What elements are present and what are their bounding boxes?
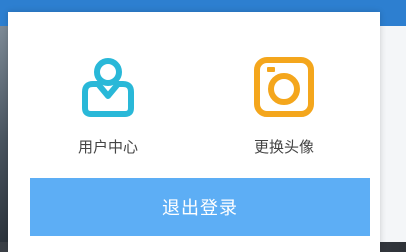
user-center-label: 用户中心 (77, 138, 138, 156)
change-avatar-label: 更换头像 (253, 138, 314, 156)
background-right-panel (380, 26, 406, 252)
user-center-icon (73, 52, 143, 122)
background-left-panel (0, 26, 8, 252)
change-avatar-icon (249, 52, 319, 122)
user-center-button[interactable]: 用户中心 (58, 52, 158, 157)
background-topbar-edge (392, 0, 406, 22)
user-menu-popup: 用户中心 更换头像 退出登录 (8, 12, 380, 252)
change-avatar-button[interactable]: 更换头像 (234, 52, 334, 157)
logout-button[interactable]: 退出登录 (30, 178, 370, 236)
